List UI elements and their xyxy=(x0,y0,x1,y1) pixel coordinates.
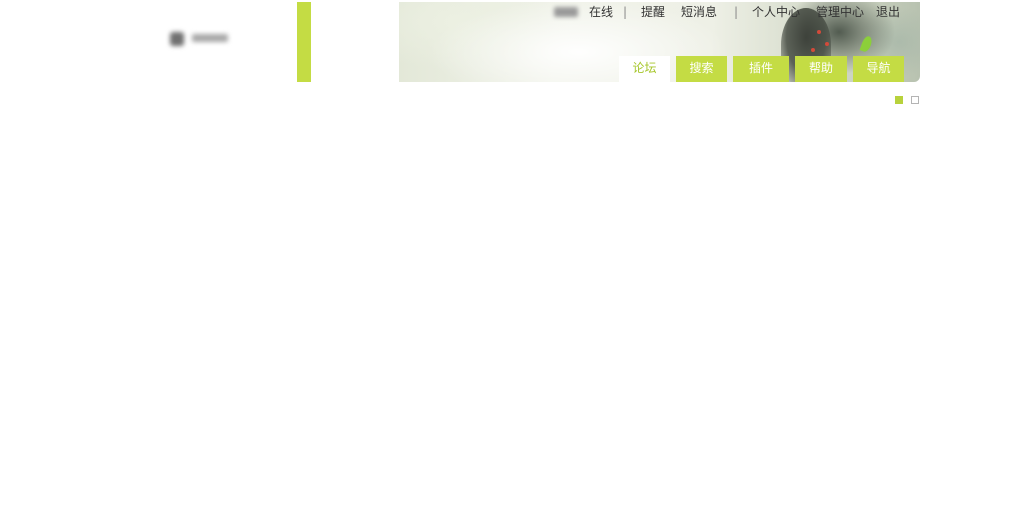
banner-dot xyxy=(817,30,821,34)
link-separator: | xyxy=(734,5,739,19)
tab-search[interactable]: 搜索 xyxy=(676,56,727,82)
leaf-decoration xyxy=(859,34,874,54)
site-logo[interactable] xyxy=(168,30,238,50)
accent-bar xyxy=(297,2,311,82)
logo-text-blurred xyxy=(192,34,228,42)
logo-icon xyxy=(170,32,184,46)
tab-forum[interactable]: 论坛 xyxy=(619,56,670,82)
tab-help[interactable]: 帮助 xyxy=(795,56,847,82)
online-link[interactable]: 在线 xyxy=(589,4,613,20)
username-blurred[interactable] xyxy=(554,7,578,17)
page: 在线 | 提醒 短消息 | 个人中心 管理中心 退出 论坛 搜索 插件 帮助 导… xyxy=(0,0,1012,522)
logout-link[interactable]: 退出 xyxy=(876,4,900,20)
link-separator: | xyxy=(623,5,628,19)
banner-dot xyxy=(811,48,815,52)
admin-link[interactable]: 管理中心 xyxy=(816,4,864,20)
banner-dot xyxy=(825,42,829,46)
tab-navigation[interactable]: 导航 xyxy=(853,56,904,82)
reminders-link[interactable]: 提醒 xyxy=(641,4,665,20)
slide-indicator-active[interactable] xyxy=(895,96,903,104)
tab-plugins[interactable]: 插件 xyxy=(733,56,789,82)
profile-link[interactable]: 个人中心 xyxy=(752,4,800,20)
messages-link[interactable]: 短消息 xyxy=(681,4,717,20)
slide-indicator[interactable] xyxy=(911,96,919,104)
